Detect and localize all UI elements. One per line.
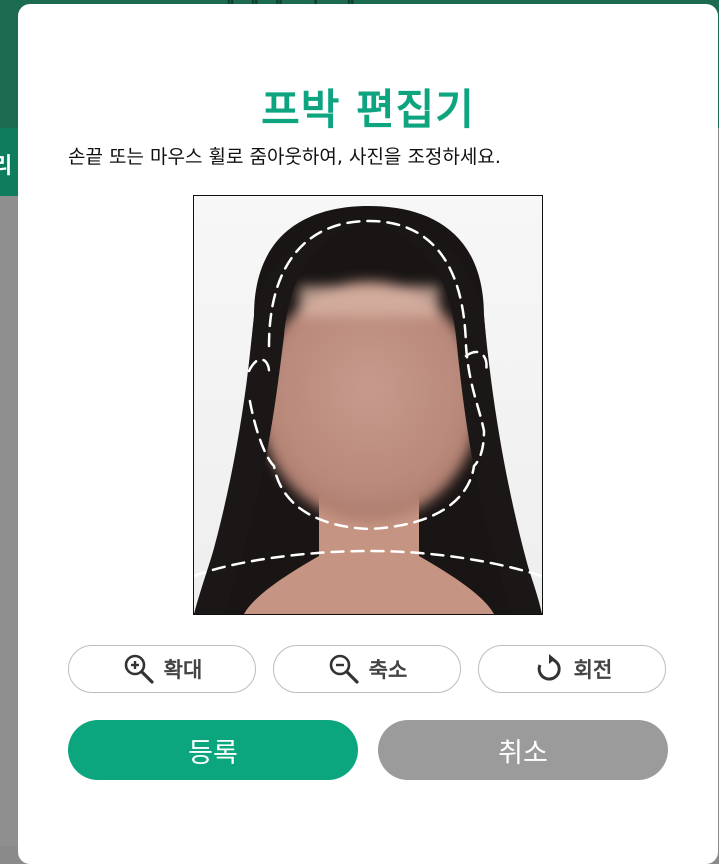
rotate-icon [532,652,566,686]
register-button[interactable]: 등록 [68,720,358,780]
zoom-in-label: 확대 [163,658,203,682]
modal-title: 프박 편집기 [261,85,475,134]
background-overlay [0,196,20,846]
cancel-button[interactable]: 취소 [378,720,668,780]
photo-canvas[interactable] [194,196,542,614]
rotate-button[interactable]: 회전 [478,645,666,693]
zoom-in-icon [122,652,156,686]
rotate-label: 회전 [573,658,613,682]
photo-editor-modal: 프박 편집기 손끝 또는 마우스 휠로 줌아웃하여, 사진을 조정하세요. 확대… [18,4,718,864]
blurred-face [259,281,479,521]
instruction-text: 손끝 또는 마우스 휠로 줌아웃하여, 사진을 조정하세요. [68,146,501,168]
background-side-tab: 리 [0,128,20,196]
zoom-in-button[interactable]: 확대 [68,645,256,693]
zoom-out-label: 축소 [368,658,408,682]
zoom-out-button[interactable]: 축소 [273,645,461,693]
photo-crop-area[interactable] [193,195,543,615]
zoom-out-icon [327,652,361,686]
background-side-tab-label: 리 [0,154,13,179]
